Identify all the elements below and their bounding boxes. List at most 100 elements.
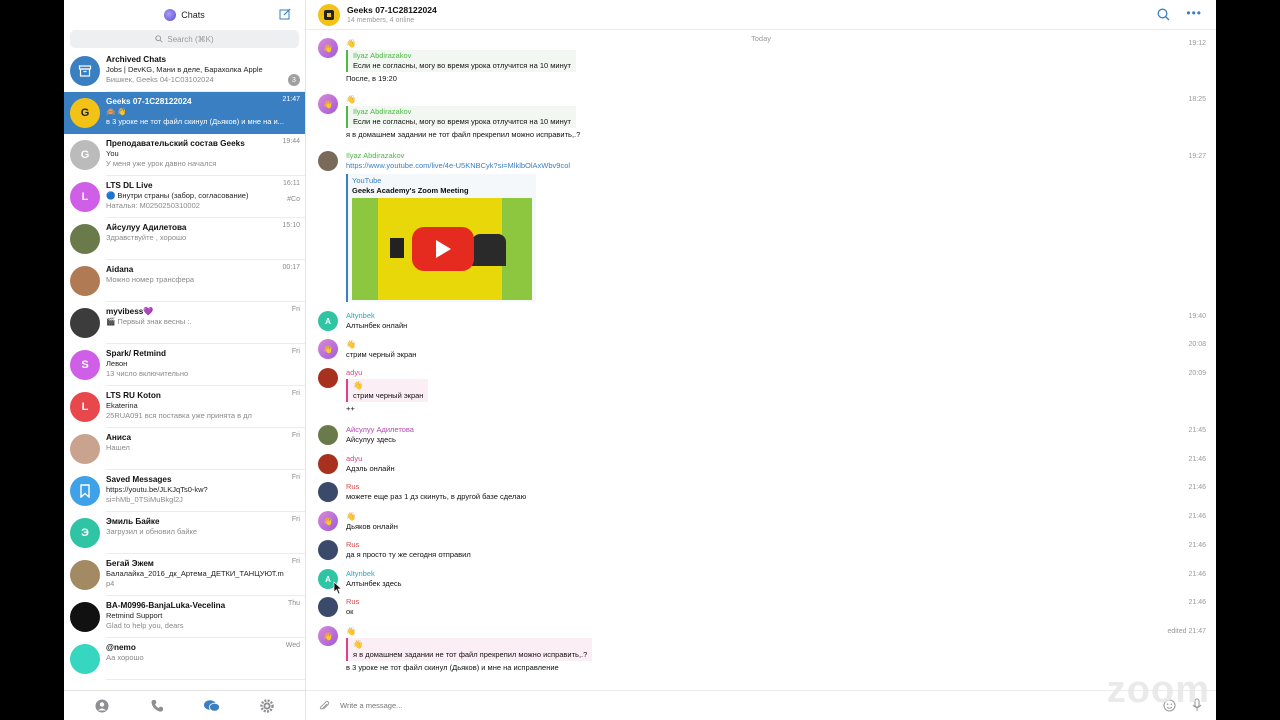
message: Ilyaz Abdirazakov https://www.youtube.com… xyxy=(318,151,1206,302)
chat-list-item[interactable]: Aidana Можно номер трансфера 00:17 xyxy=(64,260,305,302)
chat-list-item-body: Бегай Эжем Балалайка_2016_дк_Артема_ДЕТКИ… xyxy=(106,558,305,592)
sender-avatar[interactable] xyxy=(318,151,338,171)
sender-avatar[interactable]: A xyxy=(318,311,338,331)
chat-name: Aidana xyxy=(106,265,134,274)
calls-icon[interactable] xyxy=(149,698,165,714)
composer xyxy=(306,690,1216,720)
sender-avatar[interactable]: 👋 xyxy=(318,339,338,359)
chat-list-item-body: LTS RU Koton Ekaterina 25RUA091 вся постав… xyxy=(106,390,305,424)
reply-quote[interactable]: 👋 стрим черный экран xyxy=(346,379,429,402)
message-content: Айсулуу Адилетова Айсулуу здесь xyxy=(346,425,1206,445)
reply-text: стрим черный экран xyxy=(353,391,424,400)
chat-list-item[interactable]: G Преподавательский состав Geeks You У меня… xyxy=(64,134,305,176)
contacts-icon[interactable] xyxy=(94,698,110,714)
chat-list-item[interactable]: Бегай Эжем Балалайка_2016_дк_Артема_ДЕТКИ… xyxy=(64,554,305,596)
play-icon[interactable] xyxy=(412,227,474,271)
sidebar-title[interactable]: Chats xyxy=(164,9,205,21)
message-content: adyu 👋 стрим черный экран ++ xyxy=(346,368,1206,414)
sender-emoji: 👋 xyxy=(346,512,356,521)
reply-text: я в домашнем задании не тот файл прекреп… xyxy=(353,650,588,659)
sender-name[interactable]: Rus xyxy=(346,482,1206,492)
chat-list-item-body: Archived Chats Jobs | DevKG, Мани в деле,… xyxy=(106,54,305,88)
reply-emoji: 👋 xyxy=(353,381,363,390)
reply-quote[interactable]: Ilyaz Abdirazakov Если не согласны, могу … xyxy=(346,50,576,72)
sender-name[interactable]: Altynbek xyxy=(346,311,1206,321)
chat-title[interactable]: Geeks 07-1C28122024 xyxy=(347,5,437,16)
search-icon[interactable] xyxy=(1157,8,1170,21)
sender-avatar[interactable] xyxy=(318,597,338,617)
message-time: 19:27 xyxy=(1188,153,1206,160)
chat-preview-line2: в 3 уроке не тот файл скинул (Дьяков) и … xyxy=(106,117,284,126)
message-content: 👋 Дьяков онлайн xyxy=(346,511,1206,532)
sender-avatar[interactable] xyxy=(318,454,338,474)
message: adyu 👋 стрим черный экран ++ 20:09 xyxy=(318,368,1206,414)
message-time: 21:46 xyxy=(1188,571,1206,578)
chat-list-item[interactable]: BA-M0996-BanjaLuka-Vecelina Retmind Suppo… xyxy=(64,596,305,638)
chat-list-item[interactable]: G Geeks 07-1C28122024 🙈 👋 в 3 уроке не тот … xyxy=(64,92,305,134)
message-content: Altynbek Алтынбек онлайн xyxy=(346,311,1206,331)
chat-time: Fri xyxy=(291,474,300,481)
message: 👋 👋 Дьяков онлайн 21:46 xyxy=(318,511,1206,532)
chat-list-item-body: Аниса Нашел Fri xyxy=(106,432,305,466)
sender-avatar[interactable]: 👋 xyxy=(318,94,338,114)
chat-time: Fri xyxy=(291,432,300,439)
video-thumbnail[interactable] xyxy=(352,198,532,300)
chat-list-item[interactable]: @nemo Аа хорошо Wed xyxy=(64,638,305,680)
chats-icon[interactable] xyxy=(204,698,221,714)
search-icon xyxy=(155,35,163,43)
sender-avatar[interactable]: 👋 xyxy=(318,626,338,646)
sender-name[interactable]: adyu xyxy=(346,368,1206,378)
sender-avatar[interactable]: 👋 xyxy=(318,511,338,531)
chat-list-item[interactable]: myvibess💜 🎬 Первый знак весны :. Fri xyxy=(64,302,305,344)
attach-icon[interactable] xyxy=(318,700,330,712)
telegram-window: Chats Search (⌘K) Archived Chats Jobs | D… xyxy=(64,0,1216,720)
sender-emoji: 👋 xyxy=(346,627,356,636)
sender-name[interactable]: Айсулуу Адилетова xyxy=(346,425,1206,435)
message-text: ++ xyxy=(346,404,355,413)
chat-list-item[interactable]: L LTS DL Live 🔵 Внутри страны (забор, согл… xyxy=(64,176,305,218)
avatar xyxy=(70,224,100,254)
chat-name: Аниса xyxy=(106,433,132,442)
chat-list-item-body: Aidana Можно номер трансфера 00:17 xyxy=(106,264,305,298)
message-text: Айсулуу здесь xyxy=(346,435,396,444)
chat-list-item[interactable]: Archived Chats Jobs | DevKG, Мани в деле,… xyxy=(64,50,305,92)
message-time: 21:46 xyxy=(1188,513,1206,520)
message-text: ок xyxy=(346,607,354,616)
sender-name[interactable]: Ilyaz Abdirazakov xyxy=(346,151,1206,161)
chat-list-item[interactable]: Э Эмиль Байке Загрузил и обновил байке Fri xyxy=(64,512,305,554)
chat-name: @nemo xyxy=(106,643,136,652)
chat-name: Айсулуу Адилетова xyxy=(106,223,187,232)
compose-icon[interactable] xyxy=(279,8,291,20)
sender-name[interactable]: Rus xyxy=(346,540,1206,550)
sender-avatar[interactable]: 👋 xyxy=(318,38,338,58)
chat-list-item[interactable]: Аниса Нашел Fri xyxy=(64,428,305,470)
sender-avatar[interactable] xyxy=(318,540,338,560)
sender-avatar[interactable] xyxy=(318,425,338,445)
search-input[interactable]: Search (⌘K) xyxy=(70,30,299,48)
chat-list-item[interactable]: L LTS RU Koton Ekaterina 25RUA091 вся поста… xyxy=(64,386,305,428)
reply-quote[interactable]: 👋 я в домашнем задании не тот файл прекре… xyxy=(346,638,593,661)
group-avatar[interactable] xyxy=(318,3,340,26)
chat-preview-line1: Retmind Support xyxy=(106,611,163,620)
message-link[interactable]: https://www.youtube.com/live/4e-U5KNBCyk… xyxy=(346,161,1206,171)
chat-list-item[interactable]: Айсулуу Адилетова Здравствуйте , хорошо 15… xyxy=(64,218,305,260)
chat-list-item[interactable]: S Spark/ Retmind Левон 13 число включительн… xyxy=(64,344,305,386)
reply-quote[interactable]: Ilyaz Abdirazakov Если не согласны, могу … xyxy=(346,106,576,128)
reply-sender: Ilyaz Abdirazakov xyxy=(353,51,412,60)
reply-text: Если не согласны, могу во время урока от… xyxy=(353,117,571,126)
zoom-watermark: zoom xyxy=(1106,669,1210,711)
more-icon[interactable]: ••• xyxy=(1186,7,1202,19)
chat-preview-line1: Можно номер трансфера xyxy=(106,275,195,284)
settings-icon[interactable] xyxy=(259,698,275,714)
sender-avatar[interactable] xyxy=(318,368,338,388)
sender-name[interactable]: Rus xyxy=(346,597,1206,607)
link-preview[interactable]: YouTube Geeks Academy's Zoom Meeting xyxy=(346,174,536,302)
sender-name[interactable]: adyu xyxy=(346,454,1206,464)
message-content: Altynbek Алтынбек здесь xyxy=(346,569,1206,589)
chat-list-item[interactable]: Saved Messages https://youtu.be/JLKJqTs0-… xyxy=(64,470,305,512)
chat-header: Geeks 07-1C28122024 14 members, 4 online… xyxy=(306,0,1216,30)
sender-name[interactable]: Altynbek xyxy=(346,569,1206,579)
sender-avatar[interactable] xyxy=(318,482,338,502)
message-input[interactable] xyxy=(340,701,940,710)
message: Rus да я просто ту же сегодня отправил 21:… xyxy=(318,540,1206,560)
